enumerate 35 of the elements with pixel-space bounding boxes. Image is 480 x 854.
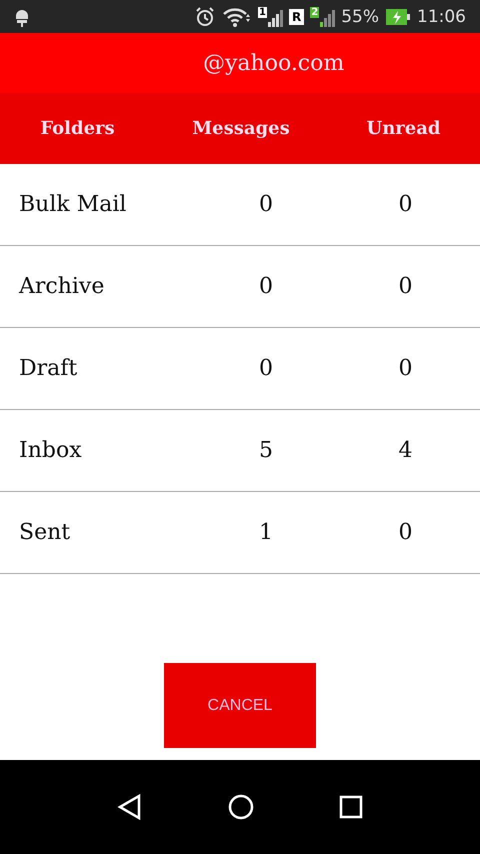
folder-name: Sent (18, 520, 72, 545)
folder-row[interactable]: Draft 0 0 (0, 328, 480, 410)
message-count: 0 (258, 356, 274, 381)
alarm-clock-icon (194, 6, 216, 28)
folder-row[interactable]: Archive 0 0 (0, 246, 480, 328)
folder-row[interactable]: Sent 1 0 (0, 492, 480, 574)
unread-count: 0 (398, 192, 414, 217)
unread-count: 0 (398, 356, 414, 381)
back-icon[interactable] (117, 794, 144, 820)
message-count: 5 (258, 438, 274, 463)
folder-name: Bulk Mail (18, 192, 128, 217)
unread-count: 0 (398, 520, 414, 545)
column-header: Folders (39, 118, 116, 139)
sim-label: 2 (310, 6, 320, 18)
unread-count: 0 (398, 274, 414, 299)
folder-name: Archive (18, 274, 106, 299)
wifi-icon (222, 6, 252, 28)
message-count: 1 (258, 520, 274, 545)
folder-name: Inbox (18, 438, 83, 463)
folder-name: Draft (18, 356, 78, 381)
battery-charging-icon (385, 6, 411, 26)
roaming-indicator: R (288, 8, 304, 24)
sim-label: 1 (258, 6, 267, 18)
message-count: 0 (258, 274, 274, 299)
unread-count: 4 (398, 438, 414, 463)
folder-row[interactable]: Inbox 5 4 (0, 410, 480, 492)
folder-row[interactable]: Bulk Mail 0 0 (0, 164, 480, 246)
column-header: Unread (366, 118, 442, 139)
home-icon[interactable] (228, 794, 254, 820)
clock: 11:06 (417, 6, 466, 26)
battery-percentage: 55% (341, 6, 379, 26)
account-email: @yahoo.com (203, 50, 344, 76)
message-count: 0 (258, 192, 274, 217)
column-header: Messages (191, 118, 291, 139)
recents-icon[interactable] (338, 795, 363, 819)
